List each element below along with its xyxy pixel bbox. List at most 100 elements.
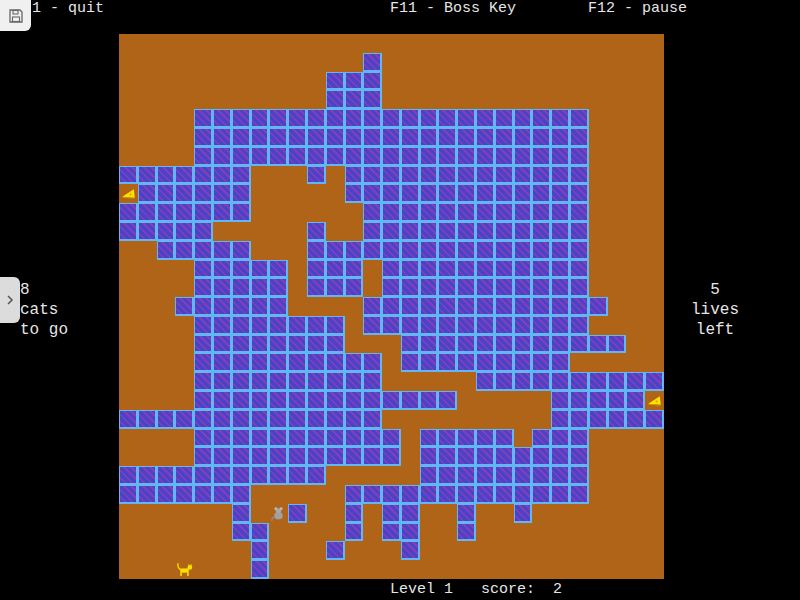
empty-cell — [532, 541, 551, 560]
wall-block — [551, 109, 570, 128]
wall-block — [232, 466, 251, 485]
empty-cell — [514, 429, 533, 448]
empty-cell — [608, 353, 627, 372]
empty-cell — [532, 560, 551, 579]
empty-cell — [401, 72, 420, 91]
empty-cell — [401, 372, 420, 391]
wall-block — [307, 353, 326, 372]
wall-block — [345, 391, 364, 410]
wall-block — [420, 203, 439, 222]
wall-block — [175, 203, 194, 222]
wall-block — [382, 109, 401, 128]
game-board[interactable] — [119, 34, 664, 579]
wall-block — [345, 447, 364, 466]
wall-block — [438, 278, 457, 297]
empty-cell — [175, 372, 194, 391]
wall-block — [495, 429, 514, 448]
wall-block — [382, 128, 401, 147]
cats-label: to go — [20, 320, 119, 340]
wall-block — [269, 335, 288, 354]
wall-block — [213, 447, 232, 466]
wall-block — [288, 335, 307, 354]
pause-hint: F12 - pause — [588, 0, 687, 18]
wall-block — [119, 222, 138, 241]
wall-block — [194, 166, 213, 185]
score-value: 2 — [553, 581, 562, 598]
wall-block — [420, 278, 439, 297]
wall-block — [157, 410, 176, 429]
empty-cell — [157, 53, 176, 72]
wall-block — [570, 147, 589, 166]
lives-count: 5 — [710, 280, 720, 300]
wall-block — [326, 90, 345, 109]
wall-block — [345, 485, 364, 504]
wall-block — [570, 466, 589, 485]
empty-cell — [175, 391, 194, 410]
wall-block — [438, 166, 457, 185]
wall-block — [382, 222, 401, 241]
empty-cell — [589, 203, 608, 222]
empty-cell — [232, 53, 251, 72]
wall-block — [345, 504, 364, 523]
wall-block — [420, 128, 439, 147]
wall-block — [476, 184, 495, 203]
wall-block — [363, 184, 382, 203]
empty-cell — [401, 53, 420, 72]
wall-block — [401, 316, 420, 335]
wall-block — [382, 260, 401, 279]
wall-block — [514, 278, 533, 297]
empty-cell — [175, 72, 194, 91]
empty-cell — [288, 560, 307, 579]
empty-cell — [382, 72, 401, 91]
wall-block — [420, 353, 439, 372]
wall-block — [251, 297, 270, 316]
empty-cell — [457, 53, 476, 72]
empty-cell — [269, 53, 288, 72]
wall-block — [495, 241, 514, 260]
wall-block — [363, 372, 382, 391]
wall-block — [532, 447, 551, 466]
empty-cell — [608, 485, 627, 504]
empty-cell — [269, 90, 288, 109]
wall-block — [438, 128, 457, 147]
empty-cell — [551, 541, 570, 560]
empty-cell — [608, 429, 627, 448]
wall-block — [157, 166, 176, 185]
wall-block — [157, 466, 176, 485]
empty-cell — [382, 541, 401, 560]
wall-block — [420, 260, 439, 279]
empty-cell — [626, 504, 645, 523]
empty-cell — [608, 166, 627, 185]
empty-cell — [251, 166, 270, 185]
empty-cell — [570, 541, 589, 560]
wall-block — [175, 241, 194, 260]
empty-cell — [382, 466, 401, 485]
empty-cell — [608, 447, 627, 466]
wall-block — [326, 335, 345, 354]
empty-cell — [514, 391, 533, 410]
wall-block — [589, 335, 608, 354]
empty-cell — [326, 222, 345, 241]
side-panel-toggle[interactable] — [0, 277, 20, 323]
wall-block — [401, 485, 420, 504]
empty-cell — [589, 72, 608, 91]
wall-block — [532, 241, 551, 260]
wall-block — [401, 391, 420, 410]
empty-cell — [570, 53, 589, 72]
empty-cell — [288, 72, 307, 91]
empty-cell — [476, 523, 495, 542]
empty-cell — [138, 504, 157, 523]
wall-block — [532, 278, 551, 297]
wall-block — [420, 147, 439, 166]
empty-cell — [438, 34, 457, 53]
empty-cell — [213, 523, 232, 542]
wall-block — [532, 297, 551, 316]
wall-block — [476, 372, 495, 391]
empty-cell — [645, 504, 664, 523]
wall-block — [232, 335, 251, 354]
save-button[interactable] — [0, 0, 31, 31]
empty-cell — [476, 560, 495, 579]
empty-cell — [119, 353, 138, 372]
empty-cell — [138, 447, 157, 466]
wall-block — [194, 485, 213, 504]
